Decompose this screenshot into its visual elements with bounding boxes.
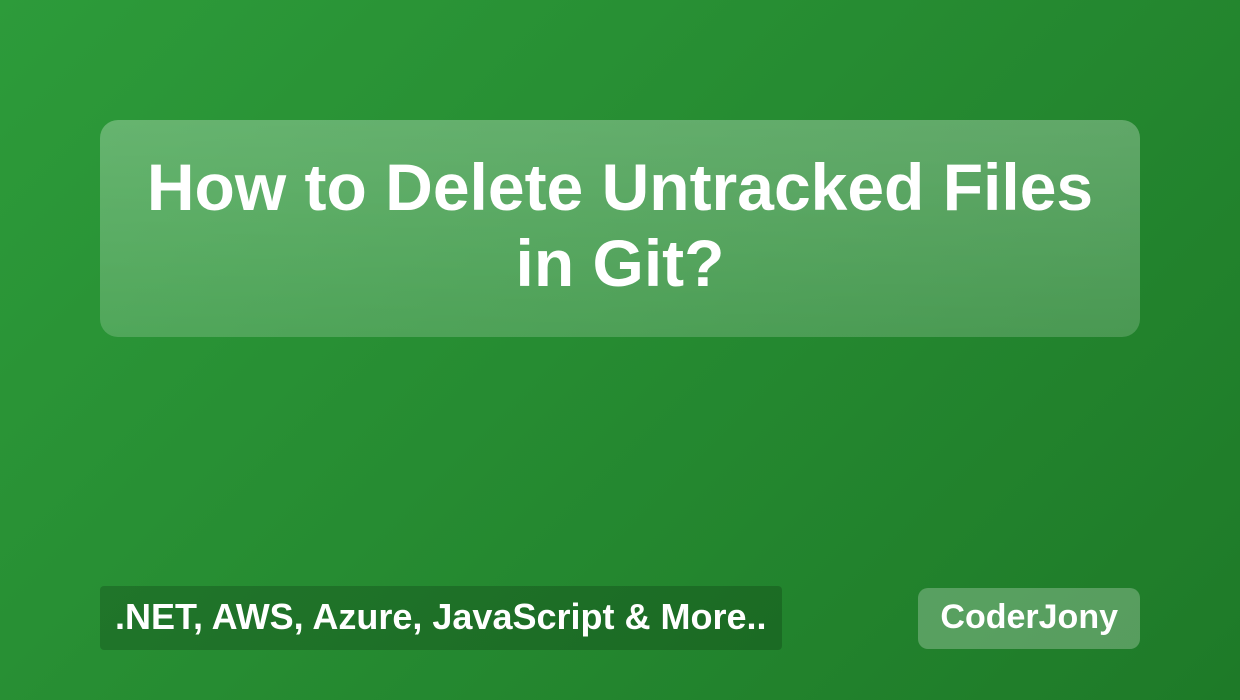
bottom-row: .NET, AWS, Azure, JavaScript & More.. Co… (100, 586, 1140, 650)
brand-badge: CoderJony (918, 588, 1140, 649)
title-card: How to Delete Untracked Files in Git? (100, 120, 1140, 337)
topics-badge: .NET, AWS, Azure, JavaScript & More.. (100, 586, 782, 650)
page-title: How to Delete Untracked Files in Git? (140, 150, 1100, 302)
